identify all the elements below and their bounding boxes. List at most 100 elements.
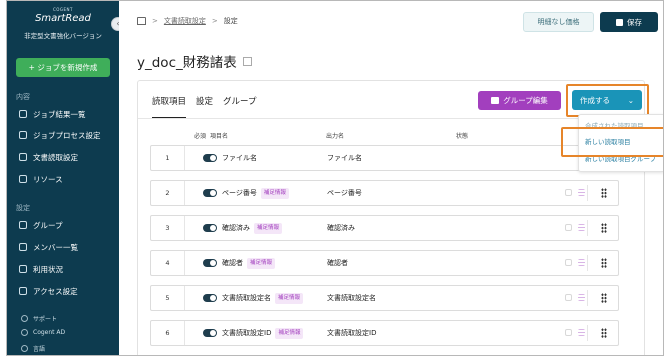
column-output-name: 出力名 bbox=[326, 133, 345, 140]
edit-icon[interactable] bbox=[242, 56, 252, 66]
table-row[interactable]: 1 ファイル名 ファイル名 bbox=[150, 145, 619, 171]
drag-handle-icon[interactable] bbox=[601, 328, 607, 338]
logo: SmartRead bbox=[35, 13, 91, 24]
required-toggle[interactable] bbox=[203, 189, 217, 197]
output-name: 文書読取設定名 bbox=[327, 294, 376, 302]
chevron-down-icon: ⌄ bbox=[627, 95, 634, 105]
create-button[interactable]: 作成する ⌄ bbox=[572, 90, 642, 110]
group-edit-button[interactable]: グループ編集 bbox=[478, 91, 561, 110]
required-toggle[interactable] bbox=[203, 329, 217, 337]
item-name: ファイル名 bbox=[222, 146, 257, 170]
divider bbox=[587, 185, 588, 201]
tab-settings[interactable]: 設定 bbox=[196, 95, 213, 119]
table-row[interactable]: 6 文書読取設定ID 補足情報 文書読取設定ID bbox=[150, 320, 619, 346]
sidebar-item-members[interactable]: メンバー一覧 bbox=[19, 241, 78, 253]
tab-fields[interactable]: 読取項目 bbox=[152, 95, 187, 119]
sidebar-item-label: アクセス設定 bbox=[33, 286, 78, 296]
sidebar-item-label: メンバー一覧 bbox=[33, 242, 78, 252]
list-icon[interactable] bbox=[578, 259, 585, 266]
fields-card: 読取項目 設定 グループ グループ編集 作成する ⌄ 必須 項目名 出力名 状態 … bbox=[137, 80, 663, 355]
drag-handle-icon[interactable] bbox=[601, 188, 607, 198]
table-row[interactable]: 4 確認者 補足情報 確認者 bbox=[150, 250, 619, 276]
usage-icon bbox=[19, 265, 27, 273]
sidebar-item-label: 利用状況 bbox=[33, 264, 63, 274]
sidebar-item-access[interactable]: アクセス設定 bbox=[19, 285, 78, 297]
breadcrumb-current: 設定 bbox=[223, 17, 238, 25]
sidebar-item-job-process[interactable]: ジョブプロセス設定 bbox=[19, 129, 101, 141]
item-name: ページ番号 補足情報 bbox=[222, 181, 289, 205]
row-actions bbox=[565, 294, 585, 301]
sidebar-item-usage[interactable]: 利用状況 bbox=[19, 263, 63, 275]
link-icon[interactable] bbox=[565, 294, 572, 301]
footer-label: サポート bbox=[33, 316, 58, 323]
list-icon[interactable] bbox=[578, 189, 585, 196]
table-row[interactable]: 5 文書読取設定名 補足情報 文書読取設定名 bbox=[150, 285, 619, 311]
row-number: 2 bbox=[151, 181, 185, 205]
supplement-badge: 補足情報 bbox=[260, 187, 289, 199]
supplement-badge: 補足情報 bbox=[254, 222, 283, 234]
item-name-text: ページ番号 bbox=[222, 189, 257, 197]
column-required: 必須 bbox=[194, 133, 207, 140]
document-icon bbox=[19, 153, 27, 161]
footer-language[interactable]: 言語 bbox=[21, 344, 45, 353]
sidebar-item-label: リソース bbox=[33, 174, 63, 184]
column-item-name: 項目名 bbox=[210, 133, 229, 140]
list-icon[interactable] bbox=[578, 294, 585, 301]
create-label: 作成する bbox=[580, 95, 610, 105]
item-name: 文書読取設定名 補足情報 bbox=[222, 286, 304, 310]
sidebar-item-job-results[interactable]: ジョブ結果一覧 bbox=[19, 108, 86, 120]
sidebar-item-label: グループ bbox=[33, 220, 63, 230]
item-name-text: 文書読取設定名 bbox=[222, 294, 271, 302]
home-icon[interactable] bbox=[137, 17, 146, 25]
group-icon bbox=[19, 221, 27, 229]
footer-label: 言語 bbox=[33, 346, 46, 353]
logo-brand-top: COGENT bbox=[52, 7, 73, 12]
output-name: 確認者 bbox=[327, 259, 348, 267]
list-icon[interactable] bbox=[578, 329, 585, 336]
supplement-badge: 補足情報 bbox=[275, 327, 304, 339]
footer-support[interactable]: サポート bbox=[21, 314, 57, 323]
price-button[interactable]: 明細なし価格 bbox=[523, 12, 594, 32]
drag-handle-icon[interactable] bbox=[601, 258, 607, 268]
tab-groups[interactable]: グループ bbox=[223, 95, 257, 119]
row-actions bbox=[565, 329, 585, 336]
folder-icon bbox=[491, 97, 500, 104]
required-toggle[interactable] bbox=[203, 224, 217, 232]
access-icon bbox=[19, 287, 27, 295]
support-icon bbox=[21, 315, 28, 322]
save-label: 保存 bbox=[627, 17, 642, 27]
main-content: > 文書読取設定 > 設定 明細なし価格 保存 y_doc_財務諸表 読取項目 … bbox=[119, 1, 663, 355]
list-icon[interactable] bbox=[578, 224, 585, 231]
column-status: 状態 bbox=[456, 133, 469, 140]
divider bbox=[587, 255, 588, 271]
new-job-button[interactable]: + ジョブを新規作成 bbox=[16, 58, 110, 77]
link-icon[interactable] bbox=[565, 329, 572, 336]
divider bbox=[587, 325, 588, 341]
item-name-text: ファイル名 bbox=[222, 154, 257, 162]
sidebar-item-resources[interactable]: リソース bbox=[19, 173, 63, 185]
required-toggle[interactable] bbox=[203, 259, 217, 267]
drag-handle-icon[interactable] bbox=[601, 293, 607, 303]
output-name: 確認済み bbox=[327, 224, 355, 232]
tab-bar: 読取項目 設定 グループ bbox=[152, 95, 257, 119]
footer-cogent-ad[interactable]: Cogent AD bbox=[21, 329, 65, 336]
drag-handle-icon[interactable] bbox=[601, 223, 607, 233]
row-number: 1 bbox=[151, 146, 185, 170]
link-icon[interactable] bbox=[565, 189, 572, 196]
page-title: y_doc_財務諸表 bbox=[137, 51, 252, 71]
link-icon[interactable] bbox=[565, 259, 572, 266]
breadcrumb-link[interactable]: 文書読取設定 bbox=[164, 16, 206, 26]
link-icon[interactable] bbox=[565, 224, 572, 231]
sidebar-item-groups[interactable]: グループ bbox=[19, 219, 63, 231]
required-toggle[interactable] bbox=[203, 294, 217, 302]
row-actions bbox=[565, 189, 585, 196]
sidebar-item-doc-settings[interactable]: 文書読取設定 bbox=[19, 151, 78, 163]
output-name: ファイル名 bbox=[327, 154, 362, 162]
page-title-text: y_doc_財務諸表 bbox=[137, 55, 237, 71]
table-row[interactable]: 2 ページ番号 補足情報 ページ番号 bbox=[150, 180, 619, 206]
required-toggle[interactable] bbox=[203, 154, 217, 162]
sidebar-item-label: ジョブ結果一覧 bbox=[33, 109, 86, 119]
save-button[interactable]: 保存 bbox=[600, 12, 658, 32]
supplement-badge: 補足情報 bbox=[275, 292, 304, 304]
table-row[interactable]: 3 確認済み 補足情報 確認済み bbox=[150, 215, 619, 241]
